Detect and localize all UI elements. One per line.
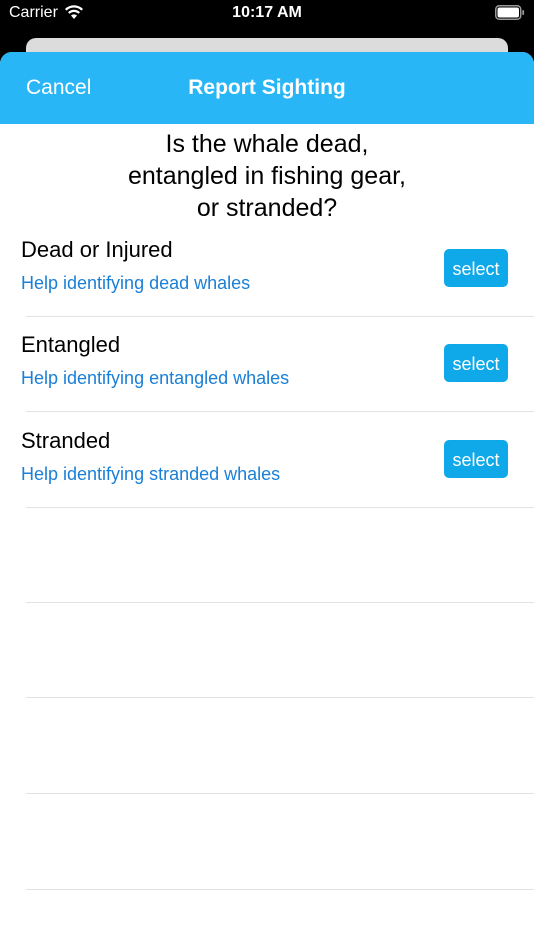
question-text: Is the whale dead, entangled in fishing … <box>0 128 534 224</box>
question-line: Is the whale dead, <box>165 130 369 158</box>
page-title: Report Sighting <box>188 76 346 99</box>
option-title: Stranded <box>21 428 111 453</box>
row-separator <box>26 507 534 508</box>
option-title: Entangled <box>21 332 121 357</box>
empty-row-separator <box>26 889 534 890</box>
select-entangled-button[interactable]: select <box>444 344 508 382</box>
status-bar: Carrier 10:17 AM <box>0 0 534 30</box>
select-dead-button[interactable]: select <box>444 249 508 287</box>
option-dead-or-injured: Dead or Injured Help identifying dead wh… <box>0 237 534 332</box>
row-separator <box>26 411 534 412</box>
empty-row-separator <box>26 602 534 603</box>
question-line: or stranded? <box>196 194 338 222</box>
empty-row-separator <box>26 697 534 698</box>
help-link-stranded[interactable]: Help identifying stranded whales <box>21 464 280 485</box>
battery-icon <box>495 5 525 20</box>
help-link-dead[interactable]: Help identifying dead whales <box>21 273 250 294</box>
option-title: Dead or Injured <box>21 237 173 262</box>
option-entangled: Entangled Help identifying entangled wha… <box>0 332 534 427</box>
option-stranded: Stranded Help identifying stranded whale… <box>0 428 534 523</box>
empty-row-separator <box>26 793 534 794</box>
help-link-entangled[interactable]: Help identifying entangled whales <box>21 368 289 389</box>
row-separator <box>26 316 534 317</box>
select-stranded-button[interactable]: select <box>444 440 508 478</box>
status-time: 10:17 AM <box>232 4 302 21</box>
question-line: entangled in fishing gear, <box>128 162 406 190</box>
report-sighting-sheet: Cancel Report Sighting Is the whale dead… <box>0 52 534 950</box>
navigation-bar: Cancel Report Sighting <box>0 52 534 124</box>
